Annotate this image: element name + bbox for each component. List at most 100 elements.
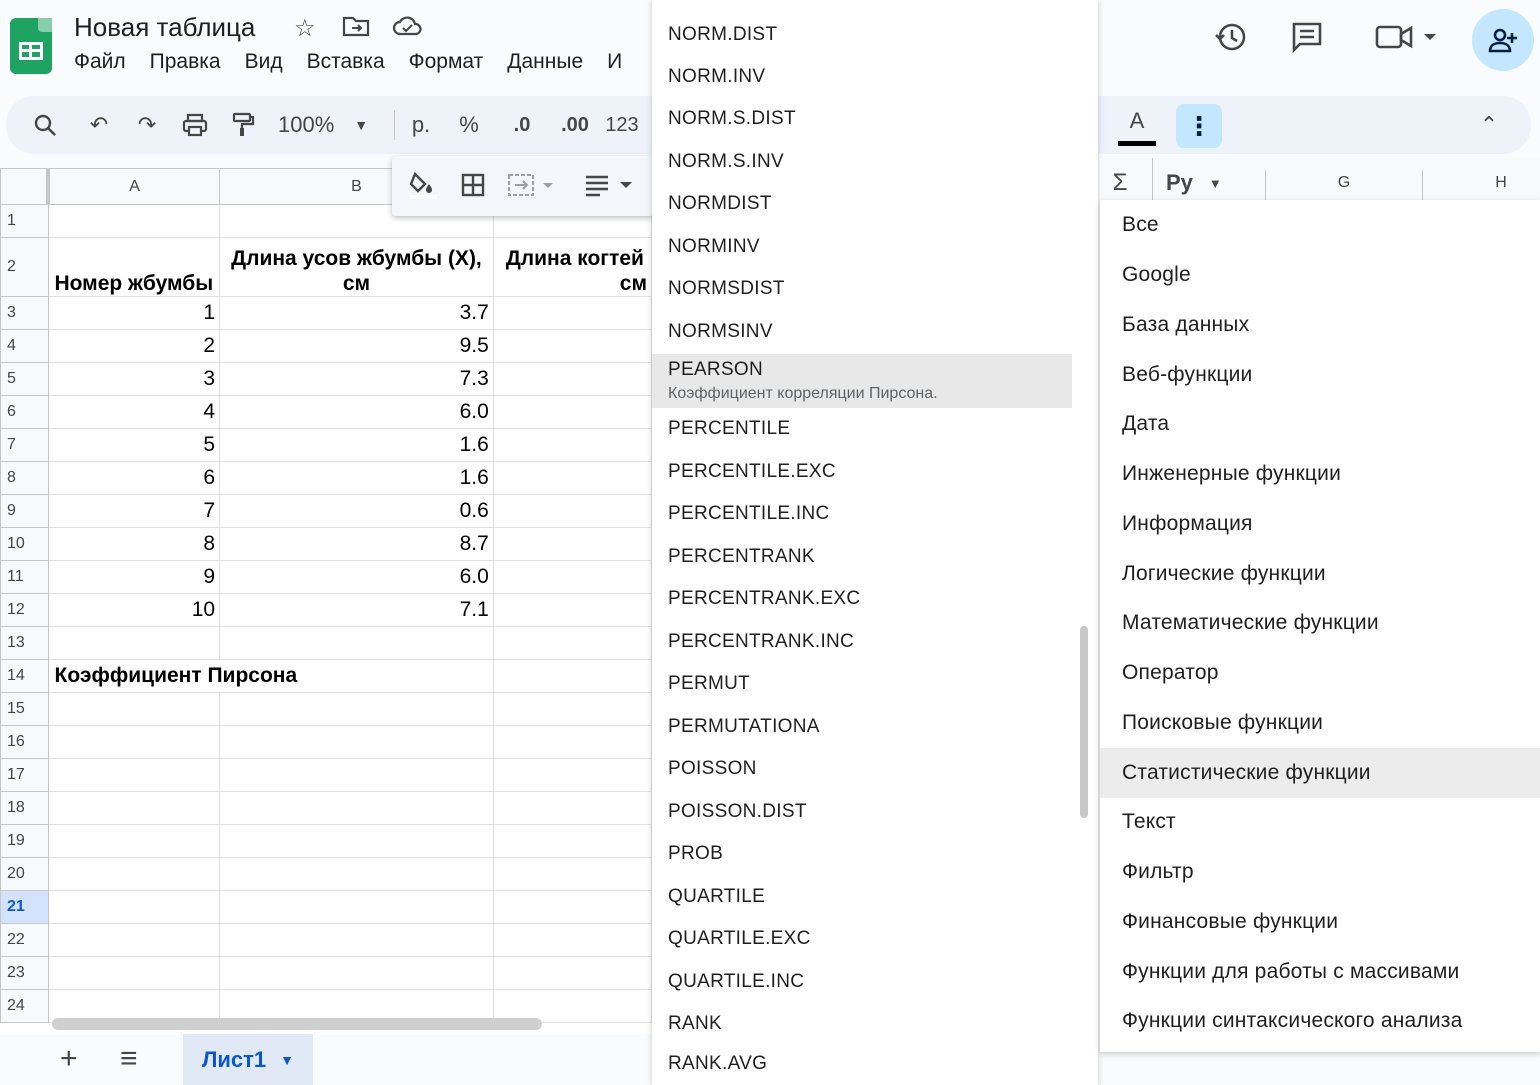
function-item[interactable]: QUARTILE.EXC — [652, 918, 1072, 960]
cell[interactable]: 6 — [47, 461, 221, 495]
cell[interactable]: 2 — [47, 329, 221, 363]
category-item[interactable]: Веб-функции — [1100, 350, 1540, 400]
cell[interactable] — [492, 395, 652, 429]
cell[interactable]: 1.6 — [219, 461, 494, 495]
cell[interactable] — [492, 593, 652, 627]
function-item[interactable]: QUARTILE.INC — [652, 961, 1072, 1003]
cell[interactable]: 8 — [47, 527, 221, 561]
currency-format-button[interactable]: р. — [406, 106, 436, 144]
row-number[interactable]: 13 — [0, 626, 49, 660]
cell[interactable]: 10 — [47, 593, 221, 627]
menu-tools[interactable]: И — [607, 50, 622, 74]
cell[interactable] — [492, 791, 652, 825]
align-icon[interactable] — [582, 166, 638, 204]
function-item[interactable]: PERCENTILE.INC — [652, 493, 1072, 535]
history-icon[interactable] — [1214, 20, 1248, 62]
category-item[interactable]: Поисковые функции — [1100, 698, 1540, 748]
row-number[interactable]: 24 — [0, 989, 49, 1023]
cell[interactable] — [492, 527, 652, 561]
cell[interactable]: 7.1 — [219, 593, 494, 627]
row-number[interactable]: 10 — [0, 527, 49, 561]
row-number[interactable]: 7 — [0, 428, 49, 462]
cell[interactable]: 9 — [47, 560, 221, 594]
category-item[interactable]: Финансовые функции — [1100, 897, 1540, 947]
function-item[interactable]: PERCENTRANK.EXC — [652, 578, 1072, 620]
cell[interactable]: 1.6 — [219, 428, 494, 462]
comments-icon[interactable] — [1290, 20, 1324, 62]
text-color-button[interactable]: A — [1118, 108, 1156, 146]
cell[interactable] — [219, 791, 494, 825]
number-format-button[interactable]: 123 — [602, 106, 642, 144]
row-number[interactable]: 4 — [0, 329, 49, 363]
cell[interactable]: 3.7 — [219, 296, 494, 330]
cell[interactable] — [492, 329, 652, 363]
category-item[interactable]: Математические функции — [1100, 598, 1540, 648]
menu-view[interactable]: Вид — [245, 50, 283, 74]
function-item[interactable]: PERMUT — [652, 663, 1072, 705]
fill-color-icon[interactable] — [406, 166, 440, 204]
sheets-logo-icon[interactable] — [10, 18, 52, 74]
cell[interactable] — [219, 857, 494, 891]
function-list-scrollbar[interactable] — [1080, 626, 1088, 818]
all-sheets-icon[interactable]: ≡ — [120, 1042, 138, 1076]
function-item[interactable]: PERCENTRANK.INC — [652, 621, 1072, 663]
row-number[interactable]: 17 — [0, 758, 49, 792]
cell[interactable] — [492, 461, 652, 495]
cell[interactable] — [219, 890, 494, 924]
function-item[interactable]: NORMINV — [652, 226, 1072, 268]
category-item[interactable]: Все — [1100, 200, 1540, 250]
category-item[interactable]: Оператор — [1100, 648, 1540, 698]
horizontal-scrollbar[interactable] — [52, 1018, 542, 1030]
header-cell-c[interactable]: Длина когтей см — [492, 237, 652, 297]
category-item[interactable]: Инженерные функции — [1100, 449, 1540, 499]
cell[interactable] — [492, 494, 652, 528]
category-item-selected[interactable]: Статистические функции — [1100, 748, 1540, 798]
function-item[interactable]: NORM.DIST — [652, 14, 1072, 56]
header-cell-a[interactable]: Номер жбумбы — [47, 237, 221, 297]
function-item[interactable]: PERMUTATIONA — [652, 706, 1072, 748]
pearson-label-cell[interactable]: Коэффициент Пирсона — [47, 659, 494, 693]
function-item[interactable]: POISSON.DIST — [652, 791, 1072, 833]
cell[interactable] — [492, 659, 652, 693]
redo-icon[interactable]: ↷ — [130, 106, 164, 144]
cell[interactable] — [219, 626, 494, 660]
function-item[interactable]: NORMDIST — [652, 183, 1072, 225]
row-number[interactable]: 5 — [0, 362, 49, 396]
cell[interactable] — [219, 725, 494, 759]
menu-data[interactable]: Данные — [507, 50, 583, 74]
function-item-highlighted[interactable]: PEARSON Коэффициент корреляции Пирсона. — [652, 354, 1072, 408]
undo-icon[interactable]: ↶ — [82, 106, 116, 144]
cell[interactable] — [47, 791, 221, 825]
cell[interactable] — [492, 758, 652, 792]
category-item[interactable]: Дата — [1100, 399, 1540, 449]
cell[interactable]: 0.6 — [219, 494, 494, 528]
print-icon[interactable] — [178, 106, 212, 144]
cell[interactable] — [492, 428, 652, 462]
function-item[interactable]: PERCENTILE.EXC — [652, 451, 1072, 493]
menu-format[interactable]: Формат — [409, 50, 484, 74]
cell[interactable] — [492, 923, 652, 957]
category-item[interactable]: Фильтр — [1100, 847, 1540, 897]
function-item[interactable]: NORMSDIST — [652, 268, 1072, 310]
row-number[interactable]: 3 — [0, 296, 49, 330]
row-number[interactable]: 22 — [0, 923, 49, 957]
function-item[interactable]: NORMSINV — [652, 311, 1072, 353]
function-item[interactable]: NORM.INV — [652, 56, 1072, 98]
cloud-saved-icon[interactable] — [392, 14, 424, 45]
row-number[interactable]: 20 — [0, 857, 49, 891]
function-item[interactable]: PERCENTILE — [652, 408, 1072, 450]
video-call-icon[interactable] — [1374, 20, 1444, 62]
cell[interactable] — [47, 725, 221, 759]
cell[interactable]: 7 — [47, 494, 221, 528]
cell[interactable] — [219, 956, 494, 990]
row-number[interactable]: 6 — [0, 395, 49, 429]
category-item[interactable]: Текст — [1100, 797, 1540, 847]
row-number[interactable]: 16 — [0, 725, 49, 759]
cell[interactable] — [219, 758, 494, 792]
cell[interactable] — [492, 692, 652, 726]
cell[interactable] — [47, 824, 221, 858]
cell[interactable] — [219, 923, 494, 957]
function-item[interactable]: RANK — [652, 1003, 1072, 1045]
increase-decimal-button[interactable]: .00 — [554, 106, 596, 144]
cell[interactable] — [47, 923, 221, 957]
